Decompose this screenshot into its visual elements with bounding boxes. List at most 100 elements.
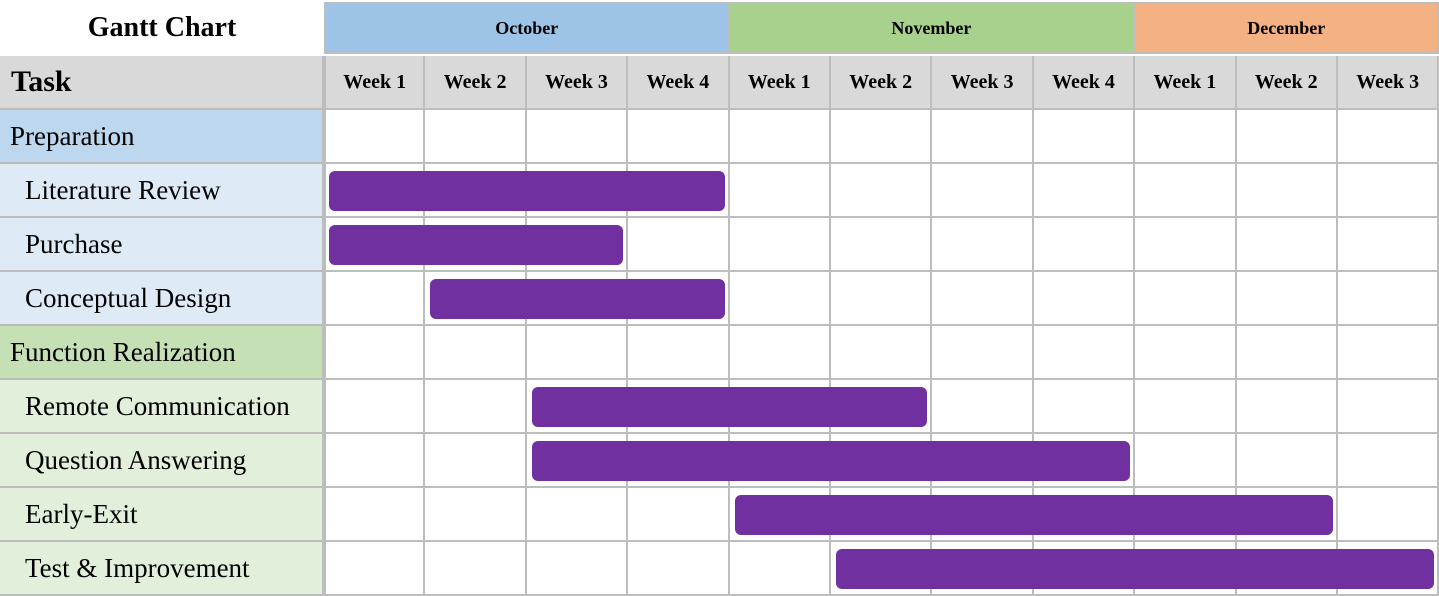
grid-cell	[324, 110, 426, 164]
task-column-header: Task	[0, 56, 324, 110]
week-header: Week 1	[729, 56, 831, 110]
chart-title: Gantt Chart	[87, 12, 237, 43]
grid-cell	[526, 326, 629, 380]
task-label: Purchase	[0, 218, 324, 272]
grid-cell	[1033, 110, 1136, 164]
grid-cell	[1338, 434, 1439, 488]
grid-cell	[324, 542, 426, 596]
grid-cell	[831, 164, 933, 218]
grid-cell	[1033, 326, 1136, 380]
grid-cell	[425, 488, 527, 542]
grid-cell	[729, 326, 831, 380]
grid-cell	[1135, 164, 1237, 218]
grid-cell	[932, 380, 1034, 434]
grid-cell	[425, 326, 527, 380]
task-label: Remote Communication	[0, 380, 324, 434]
grid-cell	[425, 542, 527, 596]
grid-cell	[1338, 272, 1439, 326]
task-label: Test & Improvement	[0, 542, 324, 596]
month-header-october: October	[324, 2, 730, 54]
task-bar	[531, 441, 1131, 481]
grid-cell	[1236, 218, 1338, 272]
task-bar	[329, 225, 624, 265]
grid-cell	[628, 110, 730, 164]
grid-cell	[1033, 272, 1136, 326]
month-header-november: November	[729, 2, 1136, 54]
week-header: Week 2	[425, 56, 527, 110]
grid-cell	[1135, 326, 1237, 380]
grid-cell	[1338, 488, 1439, 542]
grid-cell	[324, 326, 426, 380]
grid-cell	[1236, 164, 1338, 218]
grid-cell	[729, 164, 831, 218]
grid-cell	[1135, 218, 1237, 272]
grid-cell	[324, 488, 426, 542]
grid-cell	[526, 488, 629, 542]
grid-cell	[628, 488, 730, 542]
grid-cell	[1135, 110, 1237, 164]
grid-cell	[628, 542, 730, 596]
task-bar	[531, 387, 928, 427]
grid-cell	[526, 542, 629, 596]
grid-cell	[1033, 164, 1136, 218]
task-group-label: Preparation	[0, 110, 324, 164]
grid-cell	[425, 434, 527, 488]
task-bar	[329, 171, 725, 211]
grid-cell	[526, 110, 629, 164]
task-bar	[836, 549, 1435, 589]
grid-cell	[324, 272, 426, 326]
task-label: Question Answering	[0, 434, 324, 488]
week-header: Week 3	[1338, 56, 1439, 110]
grid-cell	[932, 164, 1034, 218]
grid-cell	[831, 218, 933, 272]
grid-cell	[324, 434, 426, 488]
grid-cell	[1338, 164, 1439, 218]
grid-cell	[1236, 326, 1338, 380]
week-header: Week 3	[932, 56, 1034, 110]
grid-cell	[1236, 434, 1338, 488]
grid-cell	[932, 326, 1034, 380]
grid-cell	[425, 110, 527, 164]
grid-cell	[1135, 272, 1237, 326]
grid-cell	[831, 272, 933, 326]
grid-cell	[628, 326, 730, 380]
grid-cell	[831, 326, 933, 380]
grid-cell	[628, 218, 730, 272]
week-header: Week 1	[324, 56, 426, 110]
grid-cell	[729, 272, 831, 326]
grid-cell	[1033, 218, 1136, 272]
grid-cell	[831, 110, 933, 164]
task-group-label: Function Realization	[0, 326, 324, 380]
week-header: Week 4	[628, 56, 730, 110]
week-header: Week 2	[1236, 56, 1338, 110]
week-header: Week 1	[1135, 56, 1237, 110]
grid-cell	[1338, 110, 1439, 164]
week-header: Week 4	[1033, 56, 1136, 110]
task-bar	[430, 279, 725, 319]
gantt-chart: Gantt Chart Task October November December…	[0, 0, 1439, 596]
month-header-december: December	[1135, 2, 1439, 54]
grid-cell	[1033, 380, 1136, 434]
grid-cell	[932, 218, 1034, 272]
grid-cell	[1236, 272, 1338, 326]
grid-cell	[324, 380, 426, 434]
task-label: Literature Review	[0, 164, 324, 218]
grid-cell	[729, 110, 831, 164]
grid-cell	[1338, 326, 1439, 380]
grid-cell	[425, 380, 527, 434]
grid-cell	[1135, 434, 1237, 488]
grid-cell	[1338, 218, 1439, 272]
task-label: Conceptual Design	[0, 272, 324, 326]
grid-cell	[1236, 380, 1338, 434]
grid-cell	[1135, 380, 1237, 434]
grid-cell	[1236, 110, 1338, 164]
task-bar	[734, 495, 1333, 535]
week-header: Week 3	[526, 56, 629, 110]
grid-cell	[729, 218, 831, 272]
grid-cell	[932, 272, 1034, 326]
grid-cell	[932, 110, 1034, 164]
task-label: Early-Exit	[0, 488, 324, 542]
grid-cell	[1338, 380, 1439, 434]
grid-cell	[729, 542, 831, 596]
week-header: Week 2	[831, 56, 933, 110]
